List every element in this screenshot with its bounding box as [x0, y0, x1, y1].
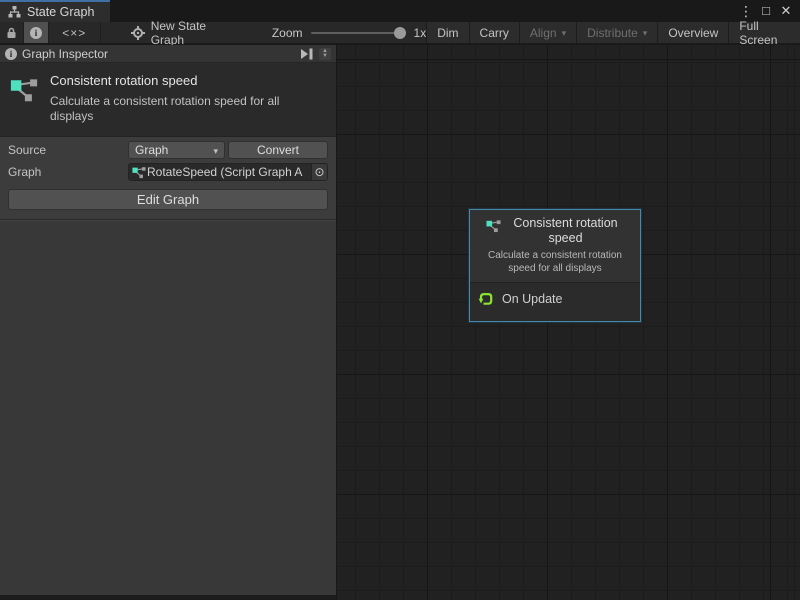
full-screen-label: Full Screen [739, 19, 790, 47]
convert-button[interactable]: Convert [228, 141, 328, 159]
main-area: i Graph Inspector ▲ ▼ [0, 45, 800, 600]
carry-label: Carry [480, 26, 509, 40]
convert-label: Convert [257, 143, 299, 157]
overview-button[interactable]: Overview [657, 22, 728, 43]
graph-inspector-panel: i Graph Inspector ▲ ▼ [0, 45, 337, 600]
dock-panel-icon[interactable] [300, 48, 314, 60]
state-node-body: On Update [470, 283, 640, 321]
on-update-row: On Update [470, 283, 640, 307]
lock-icon [6, 27, 17, 39]
source-label: Source [8, 143, 128, 157]
graph-description: Calculate a consistent rotation speed fo… [50, 94, 280, 124]
zoom-value: 1x [414, 26, 427, 40]
chevron-down-icon: ▾ [643, 28, 648, 39]
on-update-icon [478, 291, 494, 307]
align-label: Align [530, 26, 557, 40]
full-screen-button[interactable]: Full Screen [728, 22, 800, 43]
zoom-slider-handle[interactable] [394, 27, 406, 39]
inspector-title: Graph Inspector [22, 47, 295, 61]
source-dropdown[interactable]: Graph ▾ [128, 141, 225, 159]
zoom-slider[interactable] [311, 32, 406, 34]
graph-title: Consistent rotation speed [50, 73, 280, 88]
inspector-empty-area [0, 220, 336, 595]
toolbar-separator [100, 22, 101, 43]
chevron-down-icon: ▼ [322, 54, 328, 59]
lock-button[interactable] [0, 22, 23, 43]
state-node-header: Consistent rotation speed Calculate a co… [470, 210, 640, 283]
script-graph-icon [10, 73, 38, 124]
code-view-button[interactable]: <×> [49, 22, 100, 43]
graph-summary-box: Consistent rotation speed Calculate a co… [0, 63, 336, 137]
state-node[interactable]: Consistent rotation speed Calculate a co… [469, 209, 641, 322]
new-graph-icon [131, 26, 145, 40]
carry-button[interactable]: Carry [469, 22, 519, 43]
state-graph-window: State Graph ⋮ □ ✕ i <×> [0, 0, 800, 600]
graph-summary-text: Consistent rotation speed Calculate a co… [50, 73, 280, 124]
zoom-label: Zoom [272, 26, 303, 40]
toolbar-right-group: Dim Carry Align ▾ Distribute ▾ Overview … [426, 22, 800, 43]
inspector-bottom-strip [0, 595, 336, 600]
graph-object-field[interactable]: RotateSpeed (Script Graph A ⊙ [128, 163, 328, 181]
tab-label: State Graph [27, 5, 94, 19]
chevron-down-icon: ▾ [562, 28, 567, 39]
script-graph-icon [132, 165, 147, 179]
title-bar: State Graph ⋮ □ ✕ [0, 0, 800, 22]
state-node-title: Consistent rotation speed [507, 216, 625, 246]
tab-state-graph[interactable]: State Graph [0, 0, 110, 22]
edit-graph-button[interactable]: Edit Graph [8, 189, 328, 210]
source-dropdown-value: Graph [135, 143, 168, 157]
state-node-title-row: Consistent rotation speed [474, 216, 636, 246]
distribute-label: Distribute [587, 26, 638, 40]
graph-toolbar: i <×> New State Graph Zoom [0, 22, 800, 44]
script-graph-icon [486, 216, 501, 233]
graph-canvas[interactable]: Consistent rotation speed Calculate a co… [337, 45, 800, 600]
dim-label: Dim [437, 26, 458, 40]
inspector-toggle-button[interactable]: i [24, 22, 47, 43]
graph-row: Graph RotateSpeed (Script Graph A ⊙ [8, 163, 328, 181]
state-graph-icon [8, 6, 21, 18]
source-row: Source Graph ▾ Convert [8, 141, 328, 159]
graph-field-label: Graph [8, 165, 128, 179]
align-button[interactable]: Align ▾ [519, 22, 576, 43]
edit-graph-label: Edit Graph [137, 192, 199, 207]
inspector-scrubber[interactable]: ▲ ▼ [319, 48, 331, 60]
new-state-graph-label: New State Graph [151, 19, 240, 47]
dim-button[interactable]: Dim [426, 22, 468, 43]
on-update-label: On Update [502, 292, 562, 306]
distribute-button[interactable]: Distribute ▾ [576, 22, 657, 43]
new-state-graph-button[interactable]: New State Graph [123, 22, 248, 43]
chevron-down-icon: ▾ [213, 146, 218, 157]
info-icon: i [5, 48, 17, 60]
graph-object-value: RotateSpeed (Script Graph A [147, 165, 311, 179]
overview-label: Overview [668, 26, 718, 40]
info-icon: i [30, 27, 42, 39]
state-node-description: Calculate a consistent rotation speed fo… [474, 249, 636, 275]
zoom-control: Zoom 1x [272, 22, 426, 43]
inspector-header: i Graph Inspector ▲ ▼ [0, 45, 336, 63]
object-picker-icon[interactable]: ⊙ [311, 164, 327, 180]
